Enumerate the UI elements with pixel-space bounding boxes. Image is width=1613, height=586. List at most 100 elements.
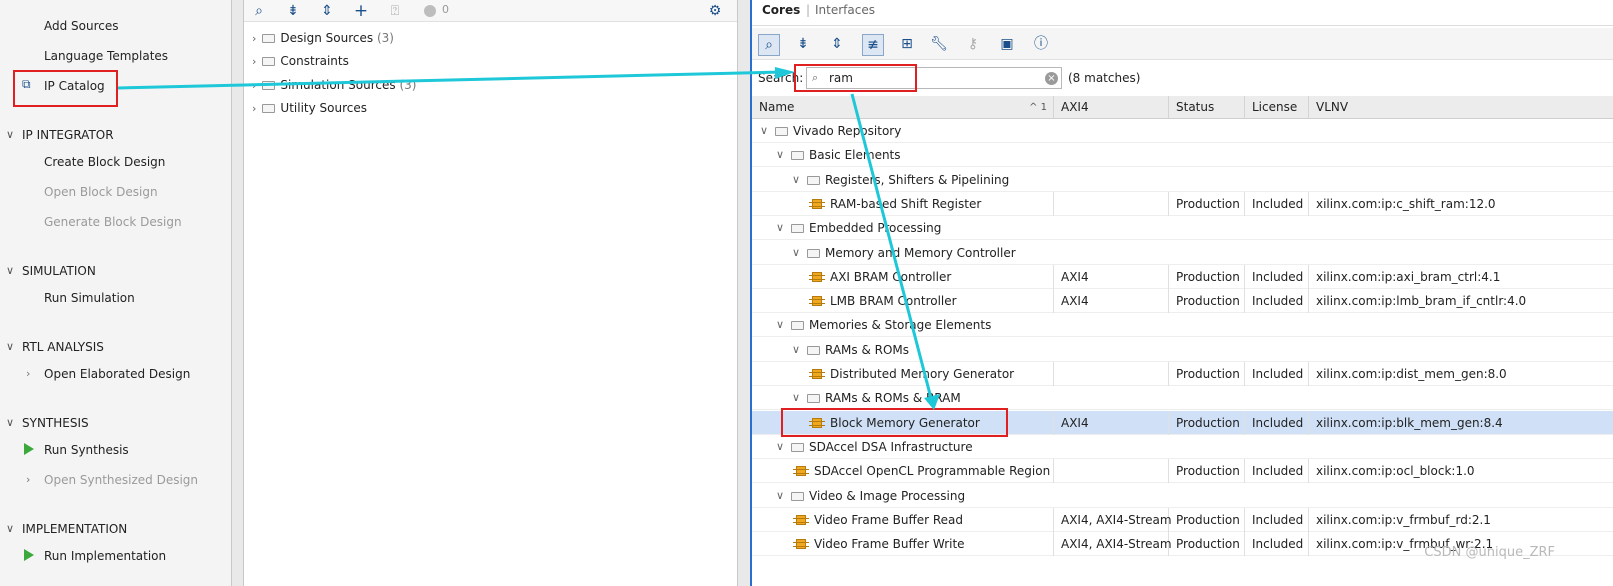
column-header-vlnv[interactable]: VLNV	[1309, 96, 1613, 119]
pane-divider[interactable]	[232, 0, 244, 586]
nav-run-implementation[interactable]: Run Implementation	[44, 549, 166, 563]
chevron-down-icon[interactable]: ∨	[792, 338, 800, 362]
category-row[interactable]: ∨ Memories & Storage Elements	[752, 313, 1613, 338]
chevron-down-icon[interactable]: ∨	[776, 435, 784, 459]
chevron-down-icon[interactable]: ∨	[776, 143, 784, 167]
ip-core-icon	[809, 198, 825, 209]
category-row[interactable]: ∨ SDAccel DSA Infrastructure	[752, 435, 1613, 459]
column-header-status[interactable]: Status	[1169, 96, 1245, 119]
chevron-right-icon[interactable]: ›	[252, 102, 256, 115]
nav-run-synthesis[interactable]: Run Synthesis	[44, 443, 129, 457]
chevron-down-icon[interactable]: ∨	[776, 216, 784, 240]
row-name: RAMs & ROMs	[825, 342, 910, 357]
chevron-down-icon[interactable]: ∨	[792, 386, 800, 410]
status-dot-icon	[424, 5, 436, 17]
hierarchy-icon[interactable]: ⊞	[898, 35, 916, 53]
row-license: Included	[1245, 459, 1309, 484]
add-icon[interactable]: +	[352, 2, 370, 20]
collapse-all-icon[interactable]: ⇟	[794, 35, 812, 53]
nav-language-templates[interactable]: Language Templates	[44, 49, 168, 63]
category-row[interactable]: ∨ Embedded Processing	[752, 216, 1613, 241]
nav-open-block-design[interactable]: Open Block Design	[44, 185, 158, 199]
chip-icon[interactable]: ▣	[998, 35, 1016, 53]
source-group[interactable]: › Design Sources (3)	[252, 28, 394, 48]
ip-row[interactable]: SDAccel OpenCL Programmable Region Produc…	[752, 459, 1613, 484]
category-row[interactable]: ∨ Basic Elements	[752, 143, 1613, 168]
category-row[interactable]: ∨ RAMs & ROMs	[752, 338, 1613, 362]
chevron-down-icon[interactable]: ∨	[6, 128, 14, 141]
chevron-down-icon[interactable]: ∨	[6, 340, 14, 353]
category-row[interactable]: ∨ Registers, Shifters & Pipelining	[752, 168, 1613, 192]
chevron-down-icon[interactable]: ∨	[792, 241, 800, 265]
ip-row[interactable]: LMB BRAM Controller AXI4 Production Include…	[752, 289, 1613, 314]
folder-icon	[807, 394, 820, 404]
nav-open-synthesized-design[interactable]: Open Synthesized Design	[44, 473, 198, 487]
nav-create-block-design[interactable]: Create Block Design	[44, 155, 165, 169]
chevron-down-icon[interactable]: ∨	[776, 313, 784, 337]
ip-catalog-highlight	[13, 70, 118, 107]
section-synthesis[interactable]: SYNTHESIS	[22, 416, 89, 430]
source-group[interactable]: › Simulation Sources (3)	[252, 75, 416, 95]
nav-generate-block-design[interactable]: Generate Block Design	[44, 215, 182, 229]
row-name: SDAccel OpenCL Programmable Region	[814, 464, 1051, 479]
chevron-down-icon[interactable]: ∨	[760, 119, 768, 143]
chevron-right-icon[interactable]: ›	[252, 79, 256, 92]
pane-divider[interactable]	[737, 0, 750, 586]
chevron-right-icon[interactable]: ›	[26, 367, 30, 380]
key-icon[interactable]: ⚷	[964, 35, 982, 53]
ip-row[interactable]: RAM-based Shift Register Production Includ…	[752, 191, 1613, 216]
chevron-down-icon[interactable]: ∨	[6, 264, 14, 277]
category-row[interactable]: ∨ Video & Image Processing	[752, 484, 1613, 508]
source-group[interactable]: › Constraints	[252, 51, 349, 71]
source-group[interactable]: › Utility Sources	[252, 98, 367, 118]
column-header-license[interactable]: License	[1245, 96, 1309, 119]
section-ip-integrator[interactable]: IP INTEGRATOR	[22, 128, 114, 142]
ip-row[interactable]: Video Frame Buffer Read AXI4, AXI4-Stream…	[752, 507, 1613, 532]
chevron-down-icon[interactable]: ∨	[6, 522, 14, 535]
folder-icon	[775, 127, 788, 136]
collapse-all-icon[interactable]: ⇟	[284, 2, 302, 20]
row-vlnv: xilinx.com:ip:ocl_block:1.0	[1316, 464, 1475, 479]
column-header-name[interactable]: Name ^ 1	[752, 96, 1054, 119]
sources-toolbar: ⌕ ⇟ ⇕ + ⍰ 0 ⚙	[244, 0, 737, 22]
match-count: (8 matches)	[1068, 71, 1141, 85]
category-row[interactable]: ∨ Vivado Repository	[752, 119, 1613, 143]
category-row[interactable]: ∨ Memory and Memory Controller	[752, 241, 1613, 265]
section-implementation[interactable]: IMPLEMENTATION	[22, 522, 127, 536]
ip-core-icon	[809, 369, 825, 379]
clear-search-icon[interactable]: ×	[1045, 72, 1058, 85]
chevron-right-icon[interactable]: ›	[26, 473, 30, 486]
chevron-down-icon[interactable]: ∨	[6, 416, 14, 429]
help-icon[interactable]: ⍰	[386, 2, 404, 20]
tab-interfaces[interactable]: Interfaces	[815, 3, 875, 17]
info-icon[interactable]: ⓘ	[1032, 35, 1050, 53]
row-status: Production	[1169, 191, 1245, 216]
folder-icon	[262, 57, 276, 66]
column-header-axi4[interactable]: AXI4	[1054, 96, 1169, 119]
gear-icon[interactable]: ⚙	[706, 2, 724, 20]
filter-icon[interactable]: ≢	[862, 34, 884, 56]
chevron-down-icon[interactable]: ∨	[776, 484, 784, 508]
section-simulation[interactable]: SIMULATION	[22, 264, 96, 278]
nav-open-elaborated-design[interactable]: Open Elaborated Design	[44, 367, 190, 381]
section-rtl-analysis[interactable]: RTL ANALYSIS	[22, 340, 104, 354]
tab-cores[interactable]: Cores	[762, 3, 800, 17]
chevron-right-icon[interactable]: ›	[252, 55, 256, 68]
search-icon[interactable]: ⌕	[250, 2, 268, 20]
ip-row[interactable]: Distributed Memory Generator Production In…	[752, 362, 1613, 386]
ip-row[interactable]: AXI BRAM Controller AXI4 Production Include…	[752, 264, 1613, 289]
category-row[interactable]: ∨ RAMs & ROMs & BRAM	[752, 386, 1613, 411]
row-status: Production	[1169, 264, 1245, 289]
expand-all-icon[interactable]: ⇕	[828, 35, 846, 53]
folder-icon	[262, 104, 276, 113]
ip-core-icon	[809, 296, 825, 307]
chevron-down-icon[interactable]: ∨	[792, 168, 800, 192]
expand-all-icon[interactable]: ⇕	[318, 2, 336, 20]
folder-icon	[262, 34, 276, 43]
search-icon[interactable]: ⌕	[758, 34, 780, 56]
chevron-right-icon[interactable]: ›	[252, 32, 256, 45]
row-license: Included	[1245, 191, 1309, 216]
wrench-icon[interactable]: 🔧︎	[930, 35, 948, 53]
nav-add-sources[interactable]: Add Sources	[44, 19, 119, 33]
nav-run-simulation[interactable]: Run Simulation	[44, 291, 135, 305]
